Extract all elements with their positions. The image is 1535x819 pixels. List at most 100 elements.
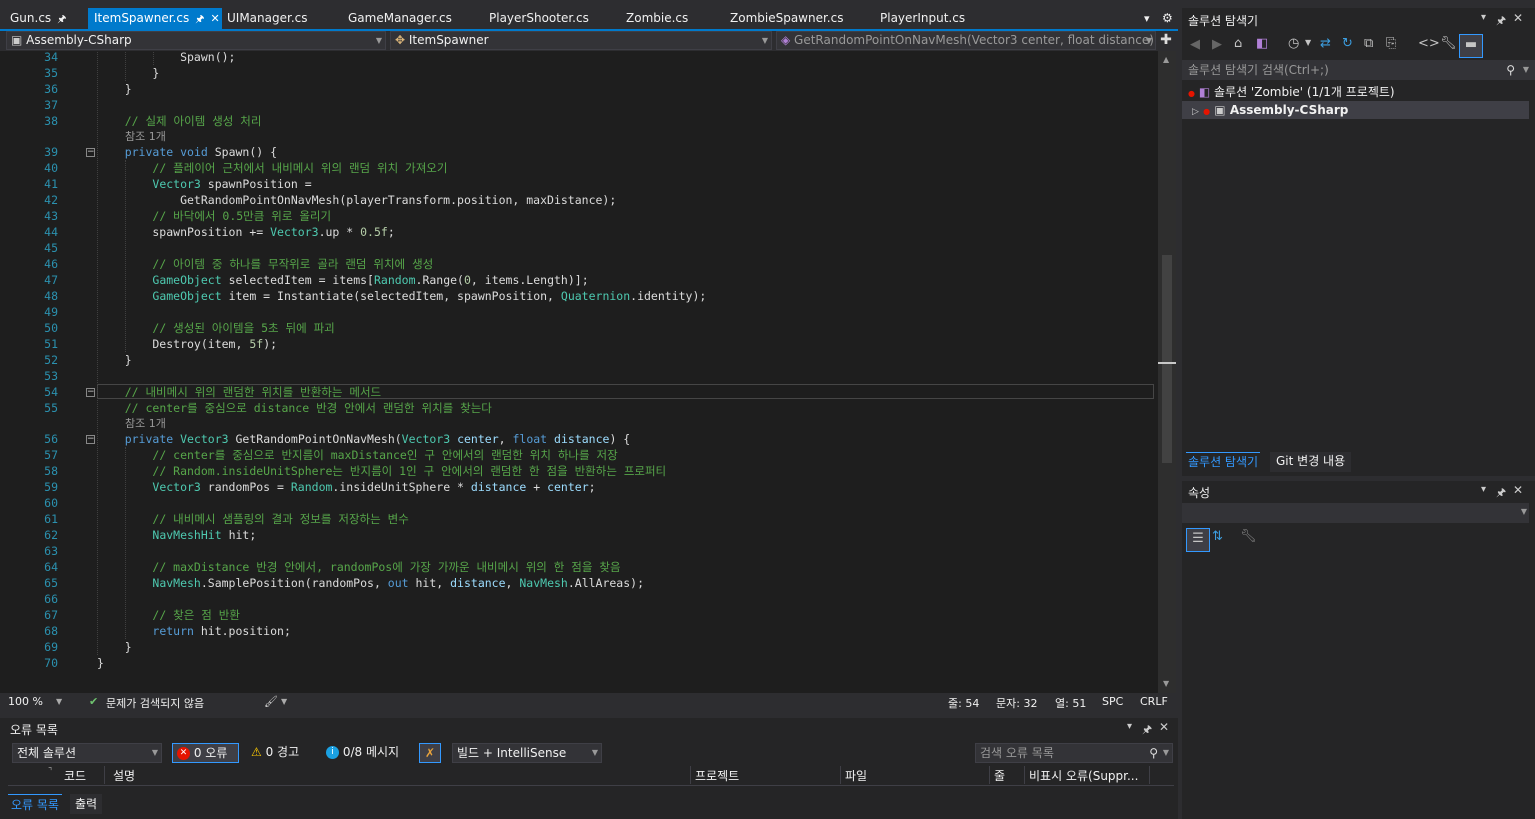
close-icon[interactable]: ✕ [1513,483,1523,497]
switch-views-icon[interactable]: ◧ [1256,36,1268,51]
tree-item-solution[interactable]: ● ◧ 솔루션 'Zombie' (1/1개 프로젝트) [1188,83,1395,101]
gear-icon[interactable]: ⚙ [1162,8,1173,29]
close-icon[interactable]: ✕ [1513,11,1523,25]
error-search-input[interactable]: 검색 오류 목록 ⚲ ▼ [975,743,1173,763]
code-line[interactable]: NavMesh.SamplePosition(randomPos, out hi… [97,575,644,591]
preview-selected-items-icon[interactable]: ▬ [1459,34,1483,58]
char-indicator[interactable]: 문자: 32 [996,695,1037,711]
code-line[interactable]: Destroy(item, 5f); [97,336,277,352]
panel-menu-icon[interactable]: ▾ [1127,721,1132,732]
code-line[interactable]: private void Spawn() { [97,144,277,160]
column-separator[interactable] [840,766,841,784]
code-line[interactable]: // Random.insideUnitSphere는 반지름이 1인 구 안에… [97,463,666,479]
class-dropdown[interactable]: ✥ ItemSpawner ▼ [390,31,772,50]
tab-git-changes[interactable]: Git 변경 내용 [1270,452,1352,472]
bottom-tab-error-list[interactable]: 오류 목록 [8,794,62,814]
code-line[interactable]: // 아이템 중 하나를 무작위로 골라 랜덤 위치에 생성 [97,256,433,272]
code-line[interactable]: // 찾은 점 반환 [97,607,240,623]
alphabetical-sort-icon[interactable]: ⇅ [1212,529,1223,544]
line-ending-indicator[interactable]: CRLF [1140,695,1168,708]
tab-zombiespawner[interactable]: ZombieSpawner.cs [730,8,843,29]
collapse-region-icon[interactable]: − [86,148,95,157]
column-project[interactable]: 프로젝트 [695,767,739,784]
code-line[interactable]: return hit.position; [97,623,290,639]
tab-uimanager[interactable]: UIManager.cs [227,8,307,29]
line-indicator[interactable]: 줄: 54 [948,695,979,711]
column-separator[interactable] [1149,766,1150,784]
sync-icon[interactable]: ⇄ [1320,36,1331,51]
properties-object-dropdown[interactable]: ▼ [1182,503,1529,523]
build-intellisense-dropdown[interactable]: 빌드 + IntelliSense ▼ [452,743,602,763]
scroll-up-arrow-icon[interactable]: ▲ [1163,55,1169,64]
search-icon[interactable]: ⚲ [1149,744,1158,762]
tab-itemspawner[interactable]: ItemSpawner.cs 🖈︎ ✕ [88,8,222,29]
tab-gamemanager[interactable]: GameManager.cs [348,8,452,29]
chevron-down-icon[interactable]: ▼ [1523,60,1529,80]
code-line[interactable]: // center를 중심으로 distance 반경 안에서 랜덤한 위치를 … [97,400,492,416]
forward-icon[interactable]: ▶ [1212,37,1222,52]
editor-vertical-scrollbar[interactable]: ▲ ▼ [1158,51,1176,693]
search-icon[interactable]: ⚲ [1506,60,1515,80]
scrollbar-thumb[interactable] [1162,255,1172,463]
split-window-icon[interactable]: ✚ [1158,32,1174,50]
show-all-files-icon[interactable]: ⎘ [1386,36,1396,51]
tab-gun[interactable]: Gun.cs 🖈︎ [0,8,88,29]
messages-filter-button[interactable]: i 0/8 메시지 [326,743,399,763]
pending-changes-filter-icon[interactable]: ◷ [1288,36,1299,51]
chevron-down-icon[interactable]: ▼ [1163,744,1169,762]
codelens-references[interactable]: 참조 1개 [125,417,166,431]
chevron-down-icon[interactable]: ▼ [1305,38,1311,47]
issues-status[interactable]: 문제가 검색되지 않음 [106,695,204,711]
column-indicator[interactable]: 열: 51 [1055,695,1086,711]
code-line[interactable]: Vector3 spawnPosition = [97,176,311,192]
spacing-indicator[interactable]: SPC [1102,695,1123,708]
tab-zombie[interactable]: Zombie.cs [626,8,688,29]
tree-item-project[interactable]: ▷ ● ▣ Assembly-CSharp [1182,101,1529,119]
view-code-icon[interactable]: <> [1418,36,1440,51]
code-line[interactable]: } [97,639,132,655]
code-line[interactable]: NavMeshHit hit; [97,527,256,543]
scroll-down-arrow-icon[interactable]: ▼ [1163,679,1169,688]
code-line[interactable]: // center를 중심으로 반지름이 maxDistance인 구 안에서의… [97,447,617,463]
code-line[interactable]: Spawn(); [97,51,235,65]
panel-menu-icon[interactable]: ▾ [1481,12,1486,23]
solution-search-input[interactable]: 솔루션 탐색기 검색(Ctrl+;) ⚲ ▼ [1182,60,1535,80]
column-separator[interactable] [104,766,105,784]
code-line[interactable]: // 플레이어 근처에서 내비메시 위의 랜덤 위치 가져오기 [97,160,447,176]
member-dropdown[interactable]: ◈ GetRandomPointOnNavMesh(Vector3 center… [776,31,1156,50]
properties-wrench-icon[interactable]: 🔧︎ [1240,529,1257,544]
refresh-icon[interactable]: ↻ [1342,36,1353,51]
column-separator[interactable] [989,766,990,784]
column-file[interactable]: 파일 [845,767,867,784]
code-line[interactable]: // maxDistance 반경 안에서, randomPos에 가장 가까운… [97,559,620,575]
code-line[interactable]: } [97,352,132,368]
close-icon[interactable]: ✕ [1159,720,1169,734]
code-line[interactable]: GetRandomPointOnNavMesh(playerTransform.… [97,192,616,208]
column-code[interactable]: 코드 [64,767,86,784]
code-line[interactable]: Vector3 randomPos = Random.insideUnitSph… [97,479,595,495]
properties-wrench-icon[interactable]: 🔧︎ [1440,36,1457,51]
collapse-region-icon[interactable]: − [86,435,95,444]
code-line[interactable]: // 생성된 아이템을 5초 뒤에 파괴 [97,320,334,336]
categorized-icon[interactable]: ☰ [1186,528,1210,552]
zoom-level[interactable]: 100 % [8,695,43,708]
column-suppression[interactable]: 비표시 오류(Suppr... [1029,767,1138,784]
brush-icon[interactable]: 🖌︎ [264,695,278,708]
code-line[interactable]: } [97,65,159,81]
code-editor[interactable]: 34 35 36 37 38 39 40 41 42 43 44 45 46 47 48 49 50 51 52 53… [0,51,1158,693]
panel-menu-icon[interactable]: ▾ [1481,484,1486,495]
code-line[interactable]: GameObject selectedItem = items[Random.R… [97,272,588,288]
build-filter-icon[interactable]: ✗ [419,743,441,763]
project-dropdown[interactable]: ▣ Assembly-CSharp ▼ [6,31,386,50]
tab-list-dropdown-icon[interactable]: ▾ [1144,8,1150,29]
pin-icon[interactable]: 🖈︎ [1496,484,1506,503]
column-line[interactable]: 줄 [994,767,1005,784]
bottom-tab-output[interactable]: 출력 [70,794,103,814]
tab-playershooter[interactable]: PlayerShooter.cs [489,8,589,29]
expand-arrow-icon[interactable]: ▷ [1192,107,1199,117]
code-line[interactable]: // 내비메시 샘플링의 결과 정보를 저장하는 변수 [97,511,408,527]
code-line[interactable]: // 바닥에서 0.5만큼 위로 올리기 [97,208,331,224]
collapse-region-icon[interactable]: − [86,388,95,397]
codelens-references[interactable]: 참조 1개 [125,130,166,144]
code-line[interactable]: GameObject item = Instantiate(selectedIt… [97,288,706,304]
